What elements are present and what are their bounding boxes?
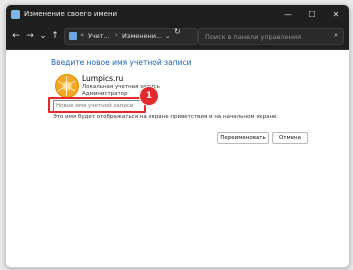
back-arrow-icon[interactable]: ← <box>10 30 22 42</box>
up-arrow-icon[interactable]: ↑ <box>49 30 61 42</box>
cancel-button[interactable]: Отмена <box>272 132 308 144</box>
breadcrumb-item-change-name[interactable]: Изменени... <box>122 32 162 40</box>
breadcrumb-overflow-icon[interactable]: « <box>80 31 84 39</box>
forward-arrow-icon[interactable]: → <box>24 30 36 42</box>
control-panel-icon <box>69 32 77 40</box>
main-content: Введите новое имя учетной записи Lumpics… <box>6 50 349 267</box>
window-title: Изменение своего имени <box>24 10 118 18</box>
avatar <box>55 74 79 98</box>
close-button[interactable]: ✕ <box>324 5 348 24</box>
control-panel-icon <box>11 10 20 19</box>
breadcrumb-separator-icon: › <box>115 31 118 39</box>
minimize-button[interactable]: — <box>276 5 300 24</box>
navigation-bar: ← → ⌄ ↑ « Учет... › Изменени... ⌄ ↻ ⌕ <box>6 24 349 50</box>
recent-locations-chevron-icon[interactable]: ⌄ <box>37 30 49 42</box>
title-bar: Изменение своего имени — ☐ ✕ <box>6 5 349 24</box>
account-name: Lumpics.ru <box>82 74 124 83</box>
search-box[interactable]: ⌕ <box>198 28 344 45</box>
refresh-icon[interactable]: ↻ <box>174 27 181 36</box>
page-title: Введите новое имя учетной записи <box>51 58 192 67</box>
app-window: Изменение своего имени — ☐ ✕ ← → ⌄ ↑ « У… <box>5 4 350 268</box>
name-hint-text: Это имя будет отображаться на экране при… <box>53 114 279 120</box>
annotation-highlight-box <box>48 97 146 113</box>
search-icon[interactable]: ⌕ <box>334 31 338 40</box>
address-dropdown-chevron-icon[interactable]: ⌄ <box>165 32 170 40</box>
breadcrumb-item-accounts[interactable]: Учет... <box>88 32 110 40</box>
search-input[interactable] <box>203 30 325 44</box>
annotation-step-badge: 1 <box>139 86 159 106</box>
maximize-button[interactable]: ☐ <box>300 5 324 24</box>
rename-button[interactable]: Переименовать <box>217 132 269 144</box>
